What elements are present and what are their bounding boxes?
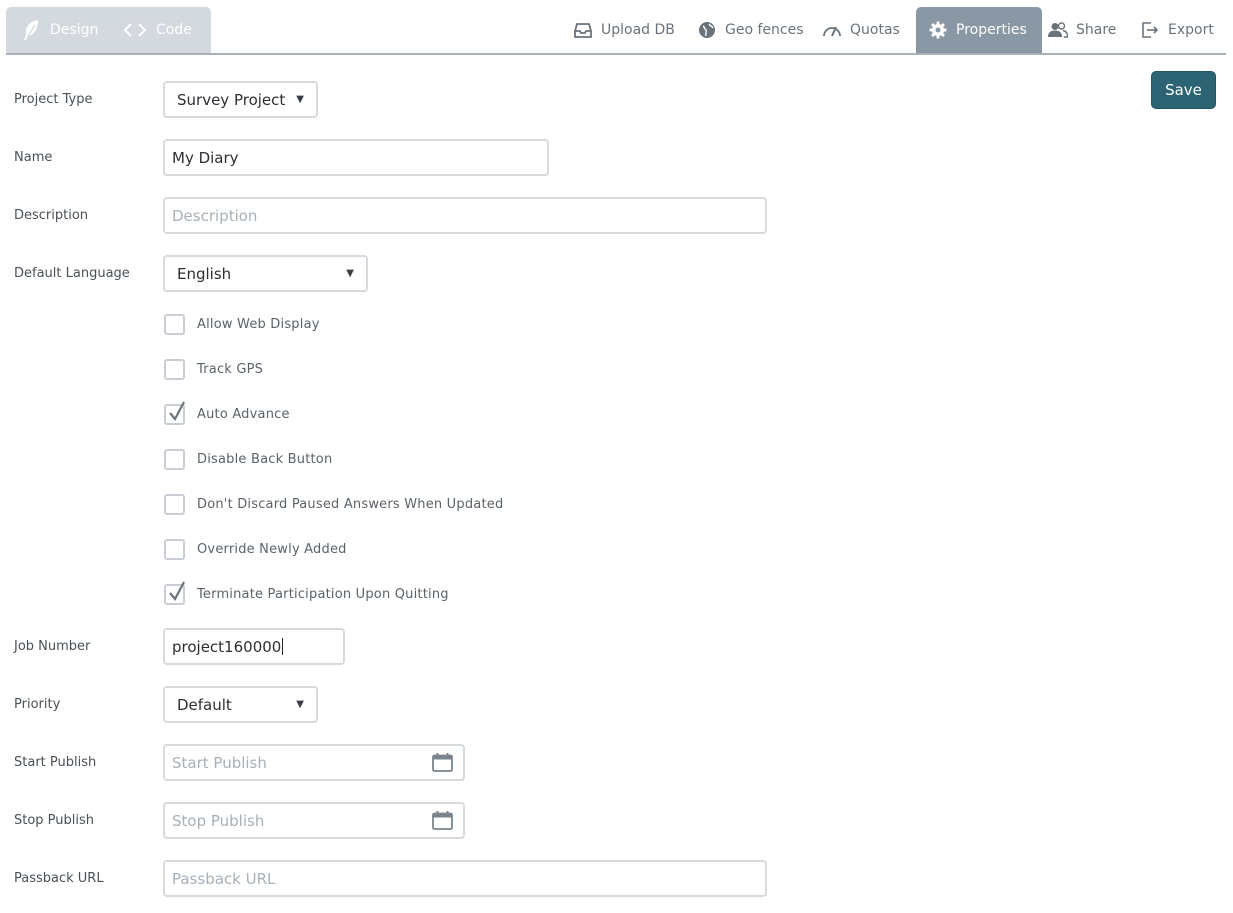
calendar-icon[interactable] xyxy=(432,753,453,772)
tab-properties-label: Properties xyxy=(956,22,1027,38)
job-number-label: Job Number xyxy=(14,639,91,654)
tab-properties[interactable]: Properties xyxy=(916,7,1042,53)
name-input[interactable]: My Diary xyxy=(163,139,549,176)
tab-share[interactable]: Share xyxy=(1048,7,1116,53)
description-input[interactable]: Description xyxy=(163,197,767,234)
job-number-value: project160000 xyxy=(172,637,282,656)
stop-publish-input[interactable]: Stop Publish xyxy=(163,802,465,839)
priority-select[interactable]: Default ▼ xyxy=(163,686,318,723)
terminate-participation-label: Terminate Participation Upon Quitting xyxy=(197,587,449,602)
name-value: My Diary xyxy=(172,148,239,167)
gauge-icon xyxy=(822,20,842,40)
tab-export[interactable]: Export xyxy=(1140,7,1214,53)
start-publish-label: Start Publish xyxy=(14,755,97,770)
tab-quotas-label: Quotas xyxy=(850,22,900,38)
chevron-down-icon: ▼ xyxy=(296,699,304,710)
tab-export-label: Export xyxy=(1168,22,1214,38)
globe-icon xyxy=(697,20,717,40)
tab-code[interactable]: Code xyxy=(122,7,192,53)
stop-publish-label: Stop Publish xyxy=(14,813,95,828)
gear-icon xyxy=(928,20,948,40)
disable-back-button-label: Disable Back Button xyxy=(197,452,333,467)
terminate-participation-checkbox[interactable] xyxy=(164,581,185,605)
tab-code-label: Code xyxy=(156,22,192,38)
save-button[interactable]: Save xyxy=(1151,71,1216,109)
tab-upload-db[interactable]: Upload DB xyxy=(573,7,675,53)
tab-design-label: Design xyxy=(50,22,99,38)
override-newly-added-checkbox[interactable] xyxy=(164,539,185,560)
inbox-tray-icon xyxy=(573,20,593,40)
start-publish-input[interactable]: Start Publish xyxy=(163,744,465,781)
top-navigation: Design Code Upload DB Geo fences Quotas … xyxy=(0,0,1233,55)
code-brackets-icon xyxy=(122,19,148,41)
default-language-value: English xyxy=(177,264,232,283)
priority-label: Priority xyxy=(14,697,61,712)
calendar-icon[interactable] xyxy=(432,811,453,830)
track-gps-checkbox[interactable] xyxy=(164,359,185,380)
tab-quotas[interactable]: Quotas xyxy=(822,7,900,53)
stop-publish-placeholder: Stop Publish xyxy=(172,811,265,830)
feather-icon xyxy=(20,19,42,41)
dont-discard-paused-answers-checkbox[interactable] xyxy=(164,494,185,515)
start-publish-placeholder: Start Publish xyxy=(172,753,267,772)
project-type-select[interactable]: Survey Project ▼ xyxy=(163,81,318,118)
auto-advance-label: Auto Advance xyxy=(197,407,290,422)
users-icon xyxy=(1048,20,1068,40)
job-number-input[interactable]: project160000 xyxy=(163,628,345,665)
disable-back-button-checkbox[interactable] xyxy=(164,449,185,470)
project-type-value: Survey Project xyxy=(177,90,286,109)
default-language-select[interactable]: English ▼ xyxy=(163,255,368,292)
passback-url-input[interactable]: Passback URL xyxy=(163,860,767,897)
auto-advance-checkbox[interactable] xyxy=(164,401,185,425)
tab-share-label: Share xyxy=(1076,22,1117,38)
tabs-divider xyxy=(6,53,1226,55)
project-type-label: Project Type xyxy=(14,92,93,107)
chevron-down-icon: ▼ xyxy=(346,268,354,279)
dont-discard-paused-answers-label: Don't Discard Paused Answers When Update… xyxy=(197,497,504,512)
allow-web-display-checkbox[interactable] xyxy=(164,314,185,335)
export-icon xyxy=(1140,20,1160,40)
passback-url-label: Passback URL xyxy=(14,871,104,886)
tab-upload-db-label: Upload DB xyxy=(601,22,675,38)
name-label: Name xyxy=(14,150,53,165)
default-language-label: Default Language xyxy=(14,266,130,281)
tab-geo-fences[interactable]: Geo fences xyxy=(697,7,804,53)
description-placeholder: Description xyxy=(172,206,258,225)
description-label: Description xyxy=(14,208,89,223)
checkmark-icon xyxy=(169,401,185,421)
tab-design[interactable]: Design xyxy=(20,7,98,53)
allow-web-display-label: Allow Web Display xyxy=(197,317,320,332)
passback-url-placeholder: Passback URL xyxy=(172,869,276,888)
priority-value: Default xyxy=(177,695,232,714)
tab-geo-fences-label: Geo fences xyxy=(725,22,804,38)
text-cursor xyxy=(282,638,284,655)
editor-mode-tabs: Design Code xyxy=(6,7,211,53)
override-newly-added-label: Override Newly Added xyxy=(197,542,347,557)
track-gps-label: Track GPS xyxy=(197,362,264,377)
chevron-down-icon: ▼ xyxy=(296,94,304,105)
checkmark-icon xyxy=(169,581,185,601)
